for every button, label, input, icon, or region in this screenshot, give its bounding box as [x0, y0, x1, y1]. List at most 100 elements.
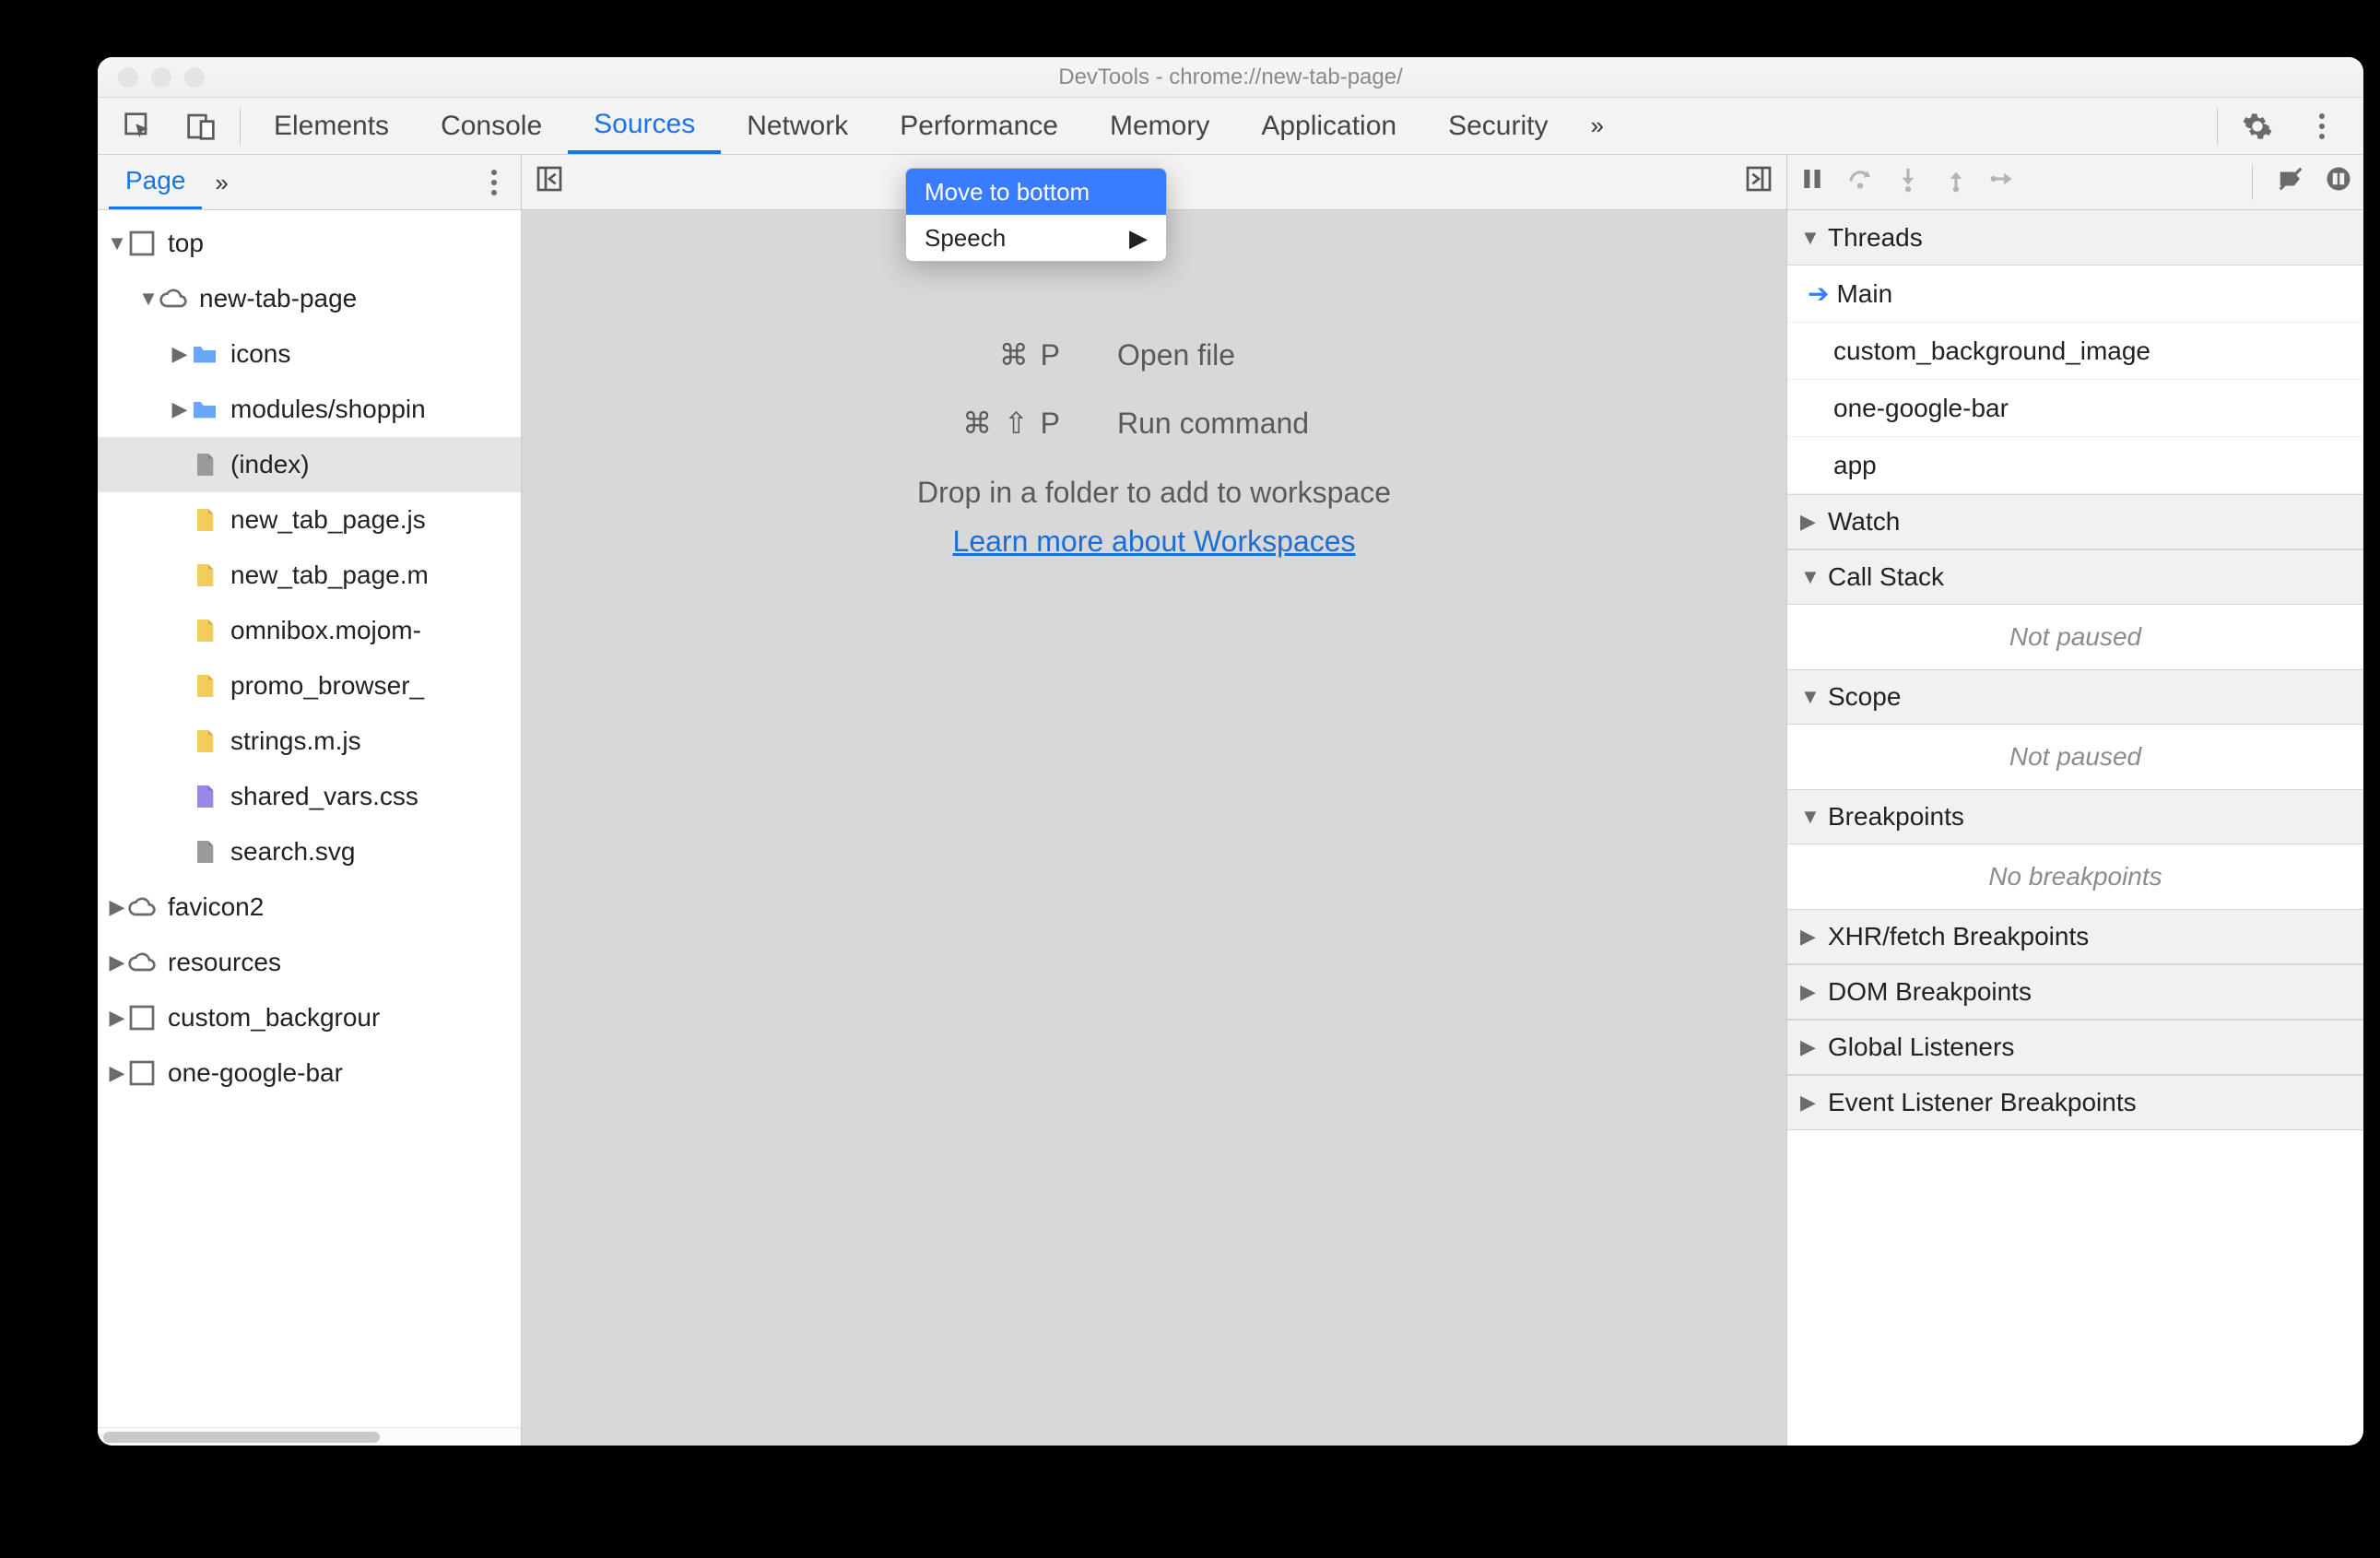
tree-label: omnibox.mojom- [230, 616, 421, 645]
tree-domain[interactable]: ▼new-tab-page [98, 271, 521, 326]
tree-label: new_tab_page.js [230, 505, 426, 535]
tree-label: shared_vars.css [230, 782, 418, 811]
workspace-drop-hint: Drop in a folder to add to workspace [917, 476, 1391, 510]
tab-sources[interactable]: Sources [568, 98, 721, 154]
devtools-window: DevTools - chrome://new-tab-page/ Elemen… [98, 57, 2363, 1446]
workspaces-link[interactable]: Learn more about Workspaces [953, 525, 1356, 559]
window-controls[interactable] [118, 67, 205, 88]
section-header-dom-breakpoints[interactable]: ▶DOM Breakpoints [1787, 964, 2363, 1020]
file-icon [190, 450, 219, 479]
section-message: Not paused [1787, 605, 2363, 669]
show-debugger-icon[interactable] [1744, 164, 1773, 200]
editor-placeholder: ⌘ POpen file ⌘ ⇧ PRun command Drop in a … [522, 210, 1786, 1446]
tree-file[interactable]: search.svg [98, 824, 521, 879]
debugger-accordion: ▼Threads➔Maincustom_background_imageone-… [1787, 210, 2363, 1446]
context-menu-item[interactable]: Move to bottom [906, 169, 1166, 215]
tree-label: favicon2 [168, 892, 264, 922]
frame-icon [127, 1058, 157, 1088]
debugger-toolbar [1787, 155, 2363, 210]
step-out-icon[interactable] [1942, 165, 1970, 199]
tree-domain-collapsed[interactable]: ▶custom_backgrour [98, 990, 521, 1045]
tree-domain-collapsed[interactable]: ▶one-google-bar [98, 1045, 521, 1101]
thread-item[interactable]: app [1787, 437, 2363, 494]
frame-icon [127, 229, 157, 258]
tab-console[interactable]: Console [415, 98, 568, 154]
tree-label: modules/shoppin [230, 395, 426, 424]
cloud-icon [159, 284, 188, 313]
thread-item[interactable]: ➔Main [1787, 266, 2363, 323]
tree-label: top [168, 229, 204, 258]
section-header-watch[interactable]: ▶Watch [1787, 494, 2363, 549]
section-header-xhr-fetch-breakpoints[interactable]: ▶XHR/fetch Breakpoints [1787, 909, 2363, 964]
step-icon[interactable] [1990, 165, 2018, 199]
window-title: DevTools - chrome://new-tab-page/ [98, 65, 2363, 90]
editor-pane: ⌘ POpen file ⌘ ⇧ PRun command Drop in a … [522, 155, 1787, 1446]
tree-file[interactable]: promo_browser_ [98, 658, 521, 714]
deactivate-breakpoints-icon[interactable] [2277, 165, 2304, 199]
context-menu[interactable]: Move to bottomSpeech▶ [905, 168, 1167, 262]
tree-label: new_tab_page.m [230, 561, 429, 590]
tree-file-index[interactable]: (index) [98, 437, 521, 492]
folder-icon [190, 339, 219, 369]
file-icon [190, 782, 219, 811]
tree-folder[interactable]: ▶modules/shoppin [98, 382, 521, 437]
debugger-pane: ▼Threads➔Maincustom_background_imageone-… [1787, 155, 2363, 1446]
file-icon [190, 561, 219, 590]
file-icon [190, 837, 219, 867]
folder-icon [190, 395, 219, 424]
step-into-icon[interactable] [1894, 165, 1922, 199]
tree-folder[interactable]: ▶icons [98, 326, 521, 382]
tree-label: new-tab-page [199, 284, 357, 313]
section-message: No breakpoints [1787, 844, 2363, 909]
section-header-event-listener-breakpoints[interactable]: ▶Event Listener Breakpoints [1787, 1075, 2363, 1130]
tree-label: resources [168, 948, 281, 977]
tab-application[interactable]: Application [1235, 98, 1422, 154]
pause-on-exceptions-icon[interactable] [2325, 165, 2352, 199]
thread-item[interactable]: one-google-bar [1787, 380, 2363, 437]
tree-domain-collapsed[interactable]: ▶favicon2 [98, 879, 521, 935]
navigator-tabbar: Page » [98, 155, 521, 210]
device-toggle-icon[interactable] [170, 98, 232, 154]
file-tree[interactable]: ▼top▼new-tab-page▶icons▶modules/shoppin (… [98, 210, 521, 1427]
section-message: Not paused [1787, 725, 2363, 789]
tree-file[interactable]: new_tab_page.js [98, 492, 521, 548]
tab-memory[interactable]: Memory [1084, 98, 1235, 154]
navigator-more-icon[interactable]: » [202, 168, 241, 197]
tree-file[interactable]: shared_vars.css [98, 769, 521, 824]
titlebar: DevTools - chrome://new-tab-page/ [98, 57, 2363, 98]
inspect-icon[interactable] [107, 98, 170, 154]
pause-icon[interactable] [1798, 165, 1826, 199]
context-menu-item[interactable]: Speech▶ [906, 215, 1166, 261]
step-over-icon[interactable] [1846, 165, 1874, 199]
scrollbar[interactable] [98, 1427, 521, 1446]
tree-file[interactable]: new_tab_page.m [98, 548, 521, 603]
section-header-scope[interactable]: ▼Scope [1787, 669, 2363, 725]
section-header-call-stack[interactable]: ▼Call Stack [1787, 549, 2363, 605]
section-header-threads[interactable]: ▼Threads [1787, 210, 2363, 266]
tab-performance[interactable]: Performance [874, 98, 1084, 154]
tree-label: one-google-bar [168, 1058, 343, 1088]
navigator-tab-page[interactable]: Page [109, 166, 202, 209]
section-header-global-listeners[interactable]: ▶Global Listeners [1787, 1020, 2363, 1075]
tab-elements[interactable]: Elements [248, 98, 415, 154]
settings-icon[interactable] [2225, 98, 2290, 154]
main-tabs: ElementsConsoleSourcesNetworkPerformance… [248, 98, 1573, 154]
panes: Page » ▼top▼new-tab-page▶icons▶modules/s… [98, 155, 2363, 1446]
tree-top[interactable]: ▼top [98, 216, 521, 271]
open-file-label: Open file [1117, 338, 1449, 372]
tab-network[interactable]: Network [721, 98, 874, 154]
file-icon [190, 671, 219, 701]
tree-label: (index) [230, 450, 310, 479]
navigator-kebab-icon[interactable] [478, 170, 510, 195]
file-icon [190, 505, 219, 535]
tree-file[interactable]: strings.m.js [98, 714, 521, 769]
tree-file[interactable]: omnibox.mojom- [98, 603, 521, 658]
kebab-icon[interactable] [2290, 98, 2354, 154]
thread-item[interactable]: custom_background_image [1787, 323, 2363, 380]
run-command-shortcut: ⌘ ⇧ P [859, 406, 1062, 441]
show-navigator-icon[interactable] [535, 164, 564, 200]
section-header-breakpoints[interactable]: ▼Breakpoints [1787, 789, 2363, 844]
more-tabs-icon[interactable]: » [1573, 98, 1620, 154]
tree-domain-collapsed[interactable]: ▶resources [98, 935, 521, 990]
tab-security[interactable]: Security [1422, 98, 1573, 154]
